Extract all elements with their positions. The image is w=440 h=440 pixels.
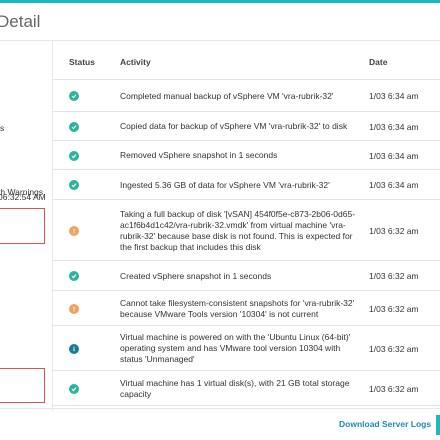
- activity-text: Copied data for backup of vSphere VM 'vr…: [120, 121, 348, 131]
- success-check-icon: [69, 122, 79, 132]
- table-row[interactable]: Cannot take filesystem-consistent snapsh…: [53, 291, 440, 326]
- footer-accent-edge: [436, 415, 440, 435]
- activity-date: 1/03 6:34 am: [369, 180, 419, 190]
- activity-date: 1/03 6:32 am: [369, 384, 419, 394]
- highlight-box-top: [0, 208, 45, 244]
- table-row[interactable]: Removed vSphere snapshot in 1 seconds 1/0…: [53, 141, 440, 170]
- activity-text: Removed vSphere snapshot in 1 seconds: [120, 150, 278, 160]
- event-detail-panel: Detail s th Warnings 06:32:54 AM Status …: [0, 0, 440, 440]
- download-server-logs-button[interactable]: Download Server Logs: [339, 419, 431, 429]
- activity-date: 1/03 6:34 am: [369, 151, 419, 161]
- table-header: Status Activity Date: [53, 41, 440, 80]
- success-check-icon: [69, 151, 79, 161]
- table-row[interactable]: Created vSphere snapshot in 1 seconds 1/0…: [53, 261, 440, 291]
- summary-value-time: 06:32:54 AM: [0, 192, 46, 202]
- activity-text: Created vSphere snapshot in 1 seconds: [120, 271, 272, 281]
- activity-text: Taking a full backup of disk '[vSAN] 454…: [120, 209, 356, 252]
- column-header-activity[interactable]: Activity: [120, 57, 151, 67]
- activity-text: Completed manual backup of vSphere VM 'v…: [120, 91, 334, 101]
- success-check-icon: [69, 180, 79, 190]
- activity-date: 1/03 6:32 am: [369, 271, 419, 281]
- table-row[interactable]: Virtual machine has 1 virtual disk(s), w…: [53, 371, 440, 406]
- page-title: Detail: [0, 12, 41, 31]
- column-header-status[interactable]: Status: [69, 57, 95, 67]
- table-row[interactable]: Copied data for backup of vSphere VM 'vr…: [53, 112, 440, 141]
- success-check-icon: [69, 91, 79, 101]
- activity-text: Ingested 5.36 GB of data for vSphere VM …: [120, 180, 330, 190]
- success-check-icon: [69, 271, 79, 281]
- panel-footer: Download Server Logs: [0, 408, 440, 440]
- panel-header: Detail: [0, 3, 440, 41]
- activity-date: 1/03 6:32 am: [369, 304, 419, 314]
- table-row[interactable]: Virtual machine is powered on with the '…: [53, 326, 440, 371]
- activity-text: Virtual machine is powered on with the '…: [120, 332, 351, 364]
- activity-date: 1/03 6:32 am: [369, 226, 419, 236]
- table-row[interactable]: Ingested 5.36 GB of data for vSphere VM …: [53, 170, 440, 200]
- warning-icon: [69, 226, 79, 236]
- summary-value-status: s: [0, 123, 5, 133]
- highlight-box-bottom: [0, 368, 45, 403]
- warning-icon: [69, 304, 79, 314]
- table-row[interactable]: Completed manual backup of vSphere VM 'v…: [53, 80, 440, 112]
- info-icon: [69, 344, 79, 354]
- activity-table: Status Activity Date Completed manual ba…: [53, 41, 440, 406]
- activity-date: 1/03 6:34 am: [369, 122, 419, 132]
- column-header-date[interactable]: Date: [369, 57, 387, 67]
- success-check-icon: [69, 384, 79, 394]
- activity-text: Virtual machine has 1 virtual disk(s), w…: [120, 378, 350, 399]
- activity-text: Cannot take filesystem-consistent snapsh…: [120, 298, 355, 319]
- table-row[interactable]: Taking a full backup of disk '[vSAN] 454…: [53, 200, 440, 261]
- activity-date: 1/03 6:34 am: [369, 91, 419, 101]
- activity-date: 1/03 6:32 am: [369, 344, 419, 354]
